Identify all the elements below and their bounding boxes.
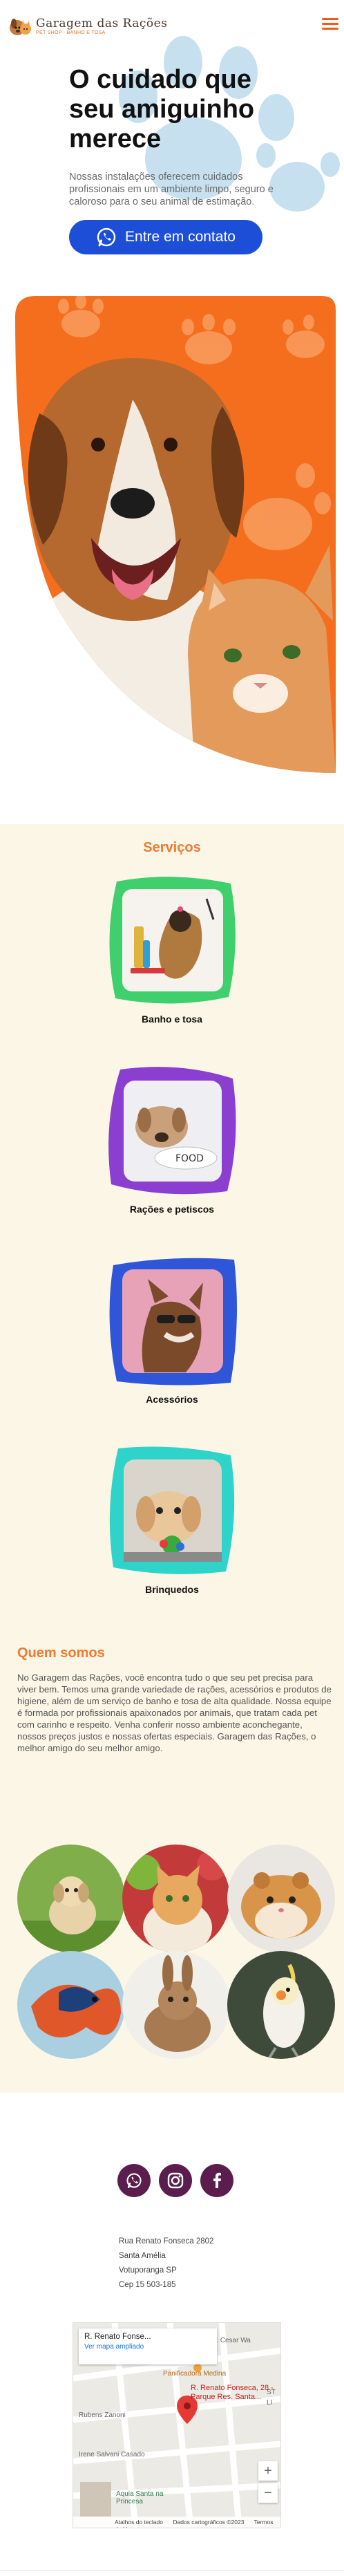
service-photo-toys bbox=[109, 1446, 235, 1574]
service-card-bath-grooming[interactable]: Banho e tosa bbox=[103, 871, 241, 1044]
service-label-toys: Brinquedos bbox=[145, 1584, 199, 1595]
contact-button-label: Entre em contato bbox=[125, 229, 236, 245]
whatsapp-button[interactable] bbox=[117, 2164, 151, 2197]
hero-description: Nossas instalações oferecem cuidados pro… bbox=[69, 171, 274, 207]
address-neighborhood: Santa Amélia bbox=[119, 2252, 166, 2260]
service-photo-bath-grooming bbox=[109, 877, 236, 1004]
instagram-button[interactable] bbox=[159, 2164, 192, 2197]
service-photo-food-treats: FOOD bbox=[108, 1067, 236, 1195]
map-card-title: R. Renato Fonse... bbox=[84, 2333, 151, 2341]
gallery-cat bbox=[122, 1845, 230, 1952]
dog-cat-logo[interactable] bbox=[8, 15, 32, 39]
gallery-puppy bbox=[17, 1845, 125, 1952]
whatsapp-icon bbox=[126, 2173, 142, 2188]
gallery-rabbit bbox=[122, 1951, 230, 2059]
service-card-food-treats[interactable]: FOOD Rações e petiscos bbox=[103, 1061, 241, 1234]
brand-tagline: PET SHOP · BANHO E TOSA bbox=[36, 30, 106, 35]
store-address: Rua Renato Fonseca 2802 Santa Amélia Vot… bbox=[119, 2234, 213, 2293]
gallery-hamster bbox=[227, 1845, 335, 1952]
services-title: Serviços bbox=[143, 840, 201, 855]
about-title: Quem somos bbox=[17, 1645, 105, 1661]
map-poi-bakery: Panificadora Medina bbox=[163, 2370, 227, 2378]
service-card-toys[interactable]: Brinquedos bbox=[103, 1441, 241, 1614]
service-card-accessories[interactable]: Acessórios bbox=[103, 1251, 241, 1424]
svg-text:FOOD: FOOD bbox=[175, 1153, 204, 1164]
map-keyboard-shortcuts[interactable]: Atalhos do teclado bbox=[115, 2519, 163, 2526]
google-map-embed[interactable]: R. Cesar Wa Panificadora Medina Rubens Z… bbox=[73, 2323, 280, 2528]
map-pin-label: R. Renato Fonseca, 28 - Parque Res. Sant… bbox=[191, 2384, 274, 2401]
map-street-label-1: R. Cesar Wa bbox=[211, 2337, 251, 2344]
map-street-label-3: Irene Salvani Casado bbox=[79, 2451, 145, 2458]
service-label-food-treats: Rações e petiscos bbox=[129, 1204, 215, 1215]
zoom-out-button[interactable]: − bbox=[258, 2483, 278, 2503]
gallery-betta-fish bbox=[17, 1951, 125, 2059]
footer-divider bbox=[0, 2570, 344, 2571]
facebook-icon bbox=[213, 2172, 221, 2188]
service-label-accessories: Acessórios bbox=[146, 1394, 198, 1405]
address-zip: Cep 15 503-185 bbox=[119, 2281, 176, 2289]
hero-title: O cuidado que seu amiguinho merece bbox=[69, 65, 255, 153]
zoom-in-button[interactable]: + bbox=[258, 2461, 278, 2481]
map-attribution: Atalhos do teclado Dados cartográficos ©… bbox=[73, 2517, 280, 2528]
map-data-credit: Dados cartográficos ©2023 bbox=[173, 2519, 245, 2526]
map-poi-park: Aquia Santa na Princesa bbox=[116, 2490, 164, 2505]
service-label-bath-grooming: Banho e tosa bbox=[142, 1014, 202, 1025]
instagram-icon bbox=[167, 2172, 184, 2189]
service-photo-accessories bbox=[109, 1258, 237, 1385]
contact-button[interactable]: Entre em contato bbox=[69, 220, 262, 254]
view-larger-map-link[interactable]: Ver mapa ampliado bbox=[84, 2343, 211, 2351]
hero-dog-cat-photo bbox=[15, 296, 336, 773]
about-text: No Garagem das Rações, você encontra tud… bbox=[17, 1672, 332, 1753]
gallery-cockatiel bbox=[227, 1951, 335, 2059]
map-info-card: R. Renato Fonse... Ver mapa ampliado bbox=[79, 2328, 217, 2364]
map-street-label-2: Rubens Zanoni bbox=[79, 2411, 126, 2419]
facebook-button[interactable] bbox=[200, 2164, 233, 2197]
whatsapp-icon bbox=[97, 227, 116, 247]
address-street: Rua Renato Fonseca 2802 bbox=[119, 2237, 214, 2246]
address-city: Votuporanga SP bbox=[119, 2266, 177, 2275]
